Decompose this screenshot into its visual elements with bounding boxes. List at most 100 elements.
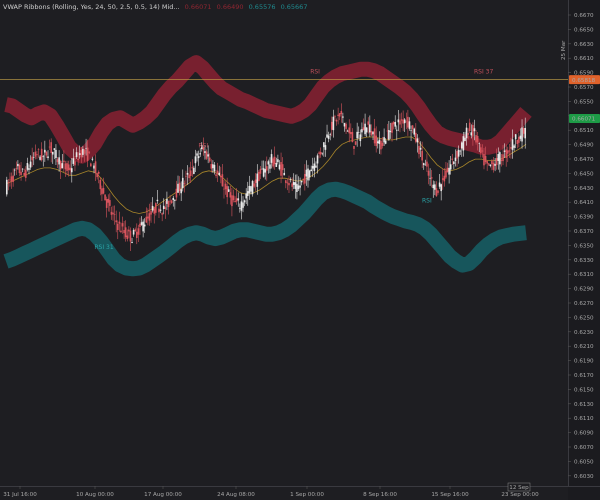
candle-body <box>506 150 509 154</box>
candle-body <box>459 150 462 152</box>
candle-body <box>142 221 144 232</box>
candle-body <box>94 161 97 173</box>
candle-body <box>40 148 43 161</box>
candle-body <box>158 208 160 213</box>
candle-body <box>47 156 49 159</box>
candle-body <box>13 169 16 171</box>
candle-body <box>291 183 293 187</box>
candle-body <box>97 171 100 174</box>
candle-body <box>419 147 422 150</box>
candle-body <box>372 131 374 135</box>
y-tick-label: 0.6550 <box>574 99 594 105</box>
y-tick-label: 0.6430 <box>574 186 594 192</box>
candle-body <box>112 212 114 215</box>
candle-body <box>502 154 504 162</box>
candle-body <box>256 173 259 187</box>
candle-body <box>427 170 430 176</box>
candle-body <box>102 187 105 194</box>
y-tick-label: 0.6290 <box>574 287 594 293</box>
candle-body <box>285 180 287 183</box>
candle-body <box>28 168 30 170</box>
chart-root[interactable]: 0.6670 0.6650 0.6630 0.6610 0.6590 0.6570 0.65… <box>0 0 600 500</box>
candle-body <box>91 158 94 160</box>
candle-body <box>243 200 246 203</box>
candle-body <box>5 179 8 195</box>
candle-body <box>299 185 301 188</box>
legend-value-2: 0.66490 <box>216 3 244 11</box>
candle-body <box>156 199 159 202</box>
candle-body <box>124 227 127 238</box>
candle-body <box>422 163 425 165</box>
candle-body <box>205 151 208 159</box>
candle-body <box>513 145 515 148</box>
candle-body <box>139 223 141 227</box>
candle-body <box>93 165 95 169</box>
y-tick-label: 0.6170 <box>574 373 594 379</box>
candle-body <box>503 150 506 152</box>
candle-body <box>120 230 122 233</box>
candle-body <box>86 147 89 161</box>
candle-body <box>346 130 349 132</box>
candle-body <box>55 149 57 159</box>
candle-body <box>343 122 346 127</box>
candle-body <box>319 151 322 155</box>
candle-body <box>186 172 189 175</box>
y-tick-label: 0.6070 <box>574 445 594 451</box>
y-tick-label: 0.6410 <box>574 200 594 206</box>
x-tick-label: 31 Jul 16:00 <box>3 492 37 498</box>
candle-body <box>318 152 320 154</box>
candle-body <box>435 188 438 197</box>
candle-body <box>367 121 370 125</box>
candle-body <box>240 201 243 211</box>
candle-body <box>208 157 211 162</box>
candle-body <box>250 186 252 192</box>
candle-body <box>294 182 297 189</box>
candle-body <box>451 158 454 160</box>
candle-body <box>164 207 167 209</box>
candle-body <box>429 177 431 179</box>
candle-body <box>269 164 271 169</box>
candle-body <box>403 119 406 124</box>
candle-body <box>275 163 278 167</box>
candle-body <box>135 231 138 239</box>
candle-body <box>169 200 171 202</box>
candle-body <box>280 162 282 176</box>
candle-body <box>196 153 198 156</box>
candle-body <box>193 167 195 174</box>
indicator-legend[interactable]: VWAP Ribbons (Rolling, Yes, 24, 50, 2.5,… <box>3 3 310 11</box>
candle-body <box>175 188 178 198</box>
candle-body <box>357 132 360 133</box>
candle-body <box>415 132 417 142</box>
y-tick-label: 0.6630 <box>574 42 594 48</box>
candle-body <box>497 154 500 161</box>
candle-body <box>80 150 83 158</box>
candle-body <box>254 179 257 183</box>
legend-value-1: 0.66071 <box>184 3 212 11</box>
candle-body <box>424 164 427 166</box>
candle-body <box>70 168 73 173</box>
candle-body <box>118 221 121 224</box>
candle-body <box>521 127 523 142</box>
candle-body <box>481 150 484 152</box>
candle-body <box>486 161 488 164</box>
candle-body <box>67 164 70 171</box>
candle-body <box>296 183 298 192</box>
candle-body <box>305 169 308 177</box>
candle-body <box>473 128 476 132</box>
candle-body <box>323 142 325 148</box>
candle-body <box>237 198 240 201</box>
x-tick-label: 15 Sep 16:00 <box>431 492 469 498</box>
candle-body <box>524 127 527 139</box>
y-tick-label: 0.6250 <box>574 315 594 321</box>
y-tick-label: 0.6450 <box>574 171 594 177</box>
candle-body <box>448 167 450 175</box>
candle-body <box>29 161 32 168</box>
candle-body <box>96 173 98 178</box>
y-tick-label: 0.6190 <box>574 359 594 365</box>
candle-body <box>147 216 149 219</box>
vwap-ribbons-chart[interactable]: 0.66700.66500.66300.66100.65900.65700.65… <box>0 0 600 500</box>
candle-body <box>311 166 314 169</box>
candle-body <box>277 159 279 163</box>
candle-body <box>514 134 517 140</box>
candle-body <box>454 157 457 161</box>
